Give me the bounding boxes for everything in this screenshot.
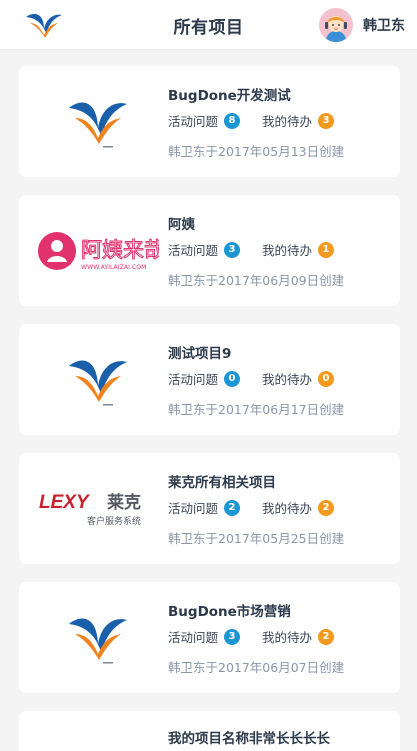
user-name[interactable]: 韩卫东 — [363, 15, 405, 35]
active-issues-count-badge: 2 — [224, 499, 241, 516]
ayi-logo-url: WWW.AYILAIZAI.COM — [81, 264, 146, 271]
project-name[interactable]: 我的项目名称非常长长长长 — [168, 727, 330, 747]
project-logo — [35, 88, 161, 156]
bugdone-logo-icon — [69, 618, 127, 664]
project-card[interactable]: 测试项目9 活动问题 0 我的待办 0 韩卫东于2017年06月17日创建 — [19, 324, 400, 435]
my-todo-stat[interactable]: 我的待办 3 — [262, 111, 335, 130]
project-card[interactable]: BugDone开发测试 活动问题 8 我的待办 3 韩卫东于2017年05月13… — [19, 66, 400, 177]
active-issues-count-badge: 8 — [224, 112, 241, 129]
project-name[interactable]: BugDone开发测试 — [168, 84, 291, 104]
project-stats: 活动问题 3 我的待办 2 — [168, 627, 335, 646]
active-issues-label: 活动问题 — [168, 630, 219, 645]
bugdone-logo-icon — [69, 102, 127, 148]
ayi-logo-text: 阿姨来哉 — [81, 238, 159, 262]
active-issues-stat[interactable]: 活动问题 3 — [168, 240, 241, 259]
my-todo-count-badge: 2 — [318, 499, 335, 516]
project-logo — [35, 346, 161, 414]
active-issues-label: 活动问题 — [168, 372, 219, 387]
project-list: BugDone开发测试 活动问题 8 我的待办 3 韩卫东于2017年05月13… — [19, 66, 400, 751]
my-todo-count-badge: 3 — [318, 112, 335, 129]
user-menu[interactable]: 韩卫东 — [319, 8, 405, 42]
lexy-logo-text: LEXY — [39, 492, 91, 513]
active-issues-stat[interactable]: 活动问题 0 — [168, 369, 241, 388]
active-issues-stat[interactable]: 活动问题 3 — [168, 627, 241, 646]
ayi-logo-icon: 阿姨来哉 WWW.AYILAIZAI.COM — [38, 232, 159, 271]
project-name[interactable]: 莱克所有相关项目 — [168, 471, 276, 491]
my-todo-count-badge: 1 — [318, 241, 335, 258]
my-todo-stat[interactable]: 我的待办 2 — [262, 498, 335, 517]
user-avatar-icon[interactable] — [319, 8, 353, 42]
project-stats: 活动问题 2 我的待办 2 — [168, 498, 335, 517]
my-todo-label: 我的待办 — [262, 501, 313, 516]
my-todo-label: 我的待办 — [262, 630, 313, 645]
active-issues-label: 活动问题 — [168, 114, 219, 129]
project-stats: 活动问题 0 我的待办 0 — [168, 369, 335, 388]
project-card[interactable]: BugDone市场营销 活动问题 3 我的待办 2 韩卫东于2017年06月07… — [19, 582, 400, 693]
project-card[interactable]: 我的项目名称非常长长长长 — [19, 711, 400, 751]
project-created-info: 韩卫东于2017年06月09日创建 — [168, 273, 345, 288]
project-card[interactable]: LEXY 莱克 客户服务系统 莱克所有相关项目 活动问题 2 我的待办 2 韩卫… — [19, 453, 400, 564]
my-todo-label: 我的待办 — [262, 243, 313, 258]
project-stats: 活动问题 8 我的待办 3 — [168, 111, 335, 130]
project-created-info: 韩卫东于2017年06月07日创建 — [168, 660, 345, 675]
bugdone-logo-icon — [69, 360, 127, 406]
my-todo-label: 我的待办 — [262, 114, 313, 129]
my-todo-stat[interactable]: 我的待办 2 — [262, 627, 335, 646]
lexy-logo-cn-text: 莱克 — [107, 492, 141, 513]
lexy-logo-sub-text: 客户服务系统 — [87, 515, 141, 527]
lexy-logo-icon: LEXY 莱克 客户服务系统 — [39, 492, 141, 527]
project-logo — [35, 604, 161, 672]
my-todo-stat[interactable]: 我的待办 1 — [262, 240, 335, 259]
active-issues-stat[interactable]: 活动问题 2 — [168, 498, 241, 517]
active-issues-stat[interactable]: 活动问题 8 — [168, 111, 241, 130]
my-todo-count-badge: 2 — [318, 628, 335, 645]
project-logo: LEXY 莱克 客户服务系统 — [35, 475, 161, 543]
active-issues-label: 活动问题 — [168, 501, 219, 516]
project-name[interactable]: 测试项目9 — [168, 342, 231, 362]
project-created-info: 韩卫东于2017年05月25日创建 — [168, 531, 345, 546]
active-issues-count-badge: 3 — [224, 628, 241, 645]
active-issues-count-badge: 0 — [224, 370, 241, 387]
my-todo-stat[interactable]: 我的待办 0 — [262, 369, 335, 388]
project-name[interactable]: 阿姨 — [168, 213, 195, 233]
active-issues-count-badge: 3 — [224, 241, 241, 258]
project-card[interactable]: 阿姨来哉 WWW.AYILAIZAI.COM 阿姨 活动问题 3 我的待办 1 … — [19, 195, 400, 306]
my-todo-label: 我的待办 — [262, 372, 313, 387]
my-todo-count-badge: 0 — [318, 370, 335, 387]
project-name[interactable]: BugDone市场营销 — [168, 600, 291, 620]
project-stats: 活动问题 3 我的待办 1 — [168, 240, 335, 259]
project-logo: 阿姨来哉 WWW.AYILAIZAI.COM — [35, 217, 161, 285]
active-issues-label: 活动问题 — [168, 243, 219, 258]
project-created-info: 韩卫东于2017年05月13日创建 — [168, 144, 345, 159]
top-bar: 所有项目 韩卫东 — [0, 0, 417, 50]
project-created-info: 韩卫东于2017年06月17日创建 — [168, 402, 345, 417]
